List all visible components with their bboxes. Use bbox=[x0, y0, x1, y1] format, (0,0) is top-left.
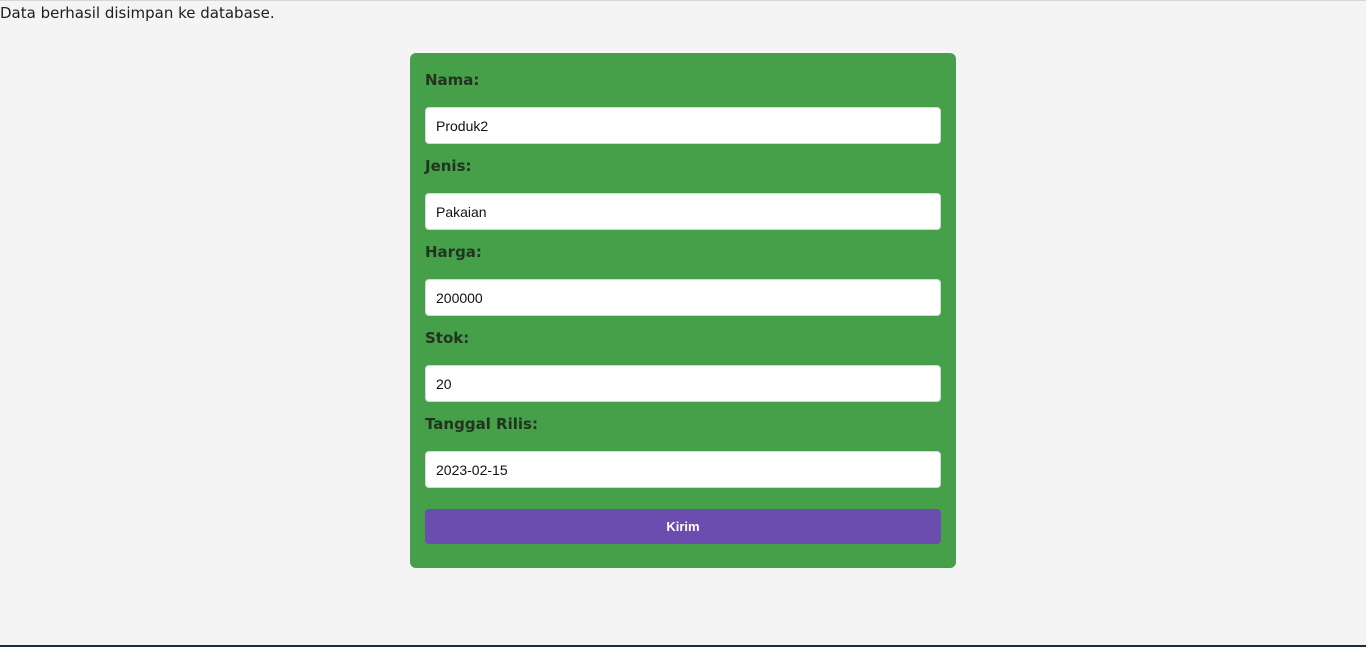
nama-input[interactable] bbox=[425, 107, 941, 144]
harga-label: Harga: bbox=[425, 243, 482, 261]
jenis-input[interactable] bbox=[425, 193, 941, 230]
stok-input[interactable] bbox=[425, 365, 941, 402]
stok-label: Stok: bbox=[425, 329, 470, 347]
tanggal-rilis-input[interactable] bbox=[425, 451, 941, 488]
nama-label: Nama: bbox=[425, 71, 480, 89]
harga-input[interactable] bbox=[425, 279, 941, 316]
submit-button[interactable]: Kirim bbox=[425, 509, 941, 544]
status-message: Data berhasil disimpan ke database. bbox=[0, 4, 275, 22]
product-form: Nama: Jenis: Harga: Stok: Tanggal Rilis:… bbox=[410, 53, 956, 568]
jenis-label: Jenis: bbox=[425, 157, 472, 175]
tanggal-rilis-label: Tanggal Rilis: bbox=[425, 415, 538, 433]
